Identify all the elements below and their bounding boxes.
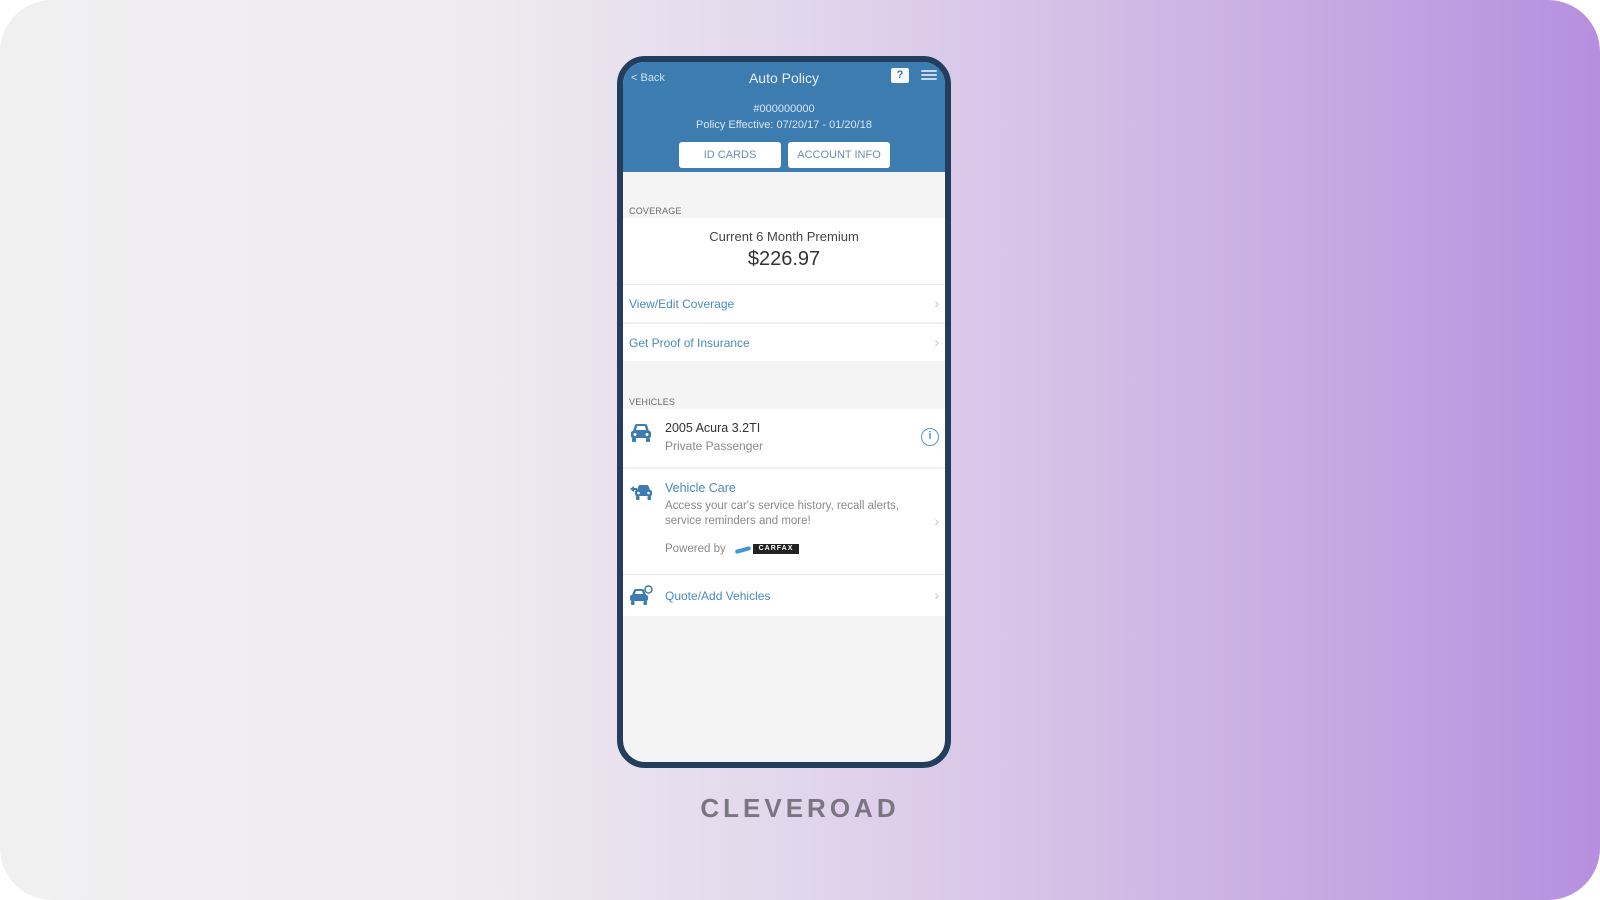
proof-of-insurance-link[interactable]: Get Proof of Insurance › (623, 323, 945, 361)
vehicle-subtitle: Private Passenger (665, 439, 764, 453)
account-info-button[interactable]: ACCOUNT INFO (788, 142, 890, 168)
menu-icon[interactable] (921, 70, 937, 81)
view-edit-coverage-label: View/Edit Coverage (629, 297, 735, 311)
vehicle-care-icon (630, 485, 652, 500)
vehicle-care-description: Access your car's service history, recal… (665, 500, 899, 527)
help-icon[interactable]: ? (891, 68, 909, 83)
id-cards-button[interactable]: ID CARDS (679, 142, 781, 168)
car-icon (631, 424, 651, 442)
vehicle-care-title: Vehicle Care (665, 481, 736, 495)
powered-by-label: Powered by (665, 543, 726, 555)
policy-number: #000000000 (753, 103, 815, 115)
vehicle-title: 2005 Acura 3.2TI (665, 421, 761, 435)
info-icon[interactable]: i (921, 428, 939, 446)
vehicle-row[interactable]: 2005 Acura 3.2TI Private Passenger i (623, 409, 945, 467)
carfax-wordmark: CARFAX (753, 544, 799, 554)
quote-add-vehicles-row[interactable]: Quote/Add Vehicles › (623, 574, 945, 616)
chevron-right-icon: › (934, 334, 939, 350)
chevron-right-icon: › (934, 513, 939, 529)
proof-of-insurance-label: Get Proof of Insurance (629, 336, 750, 350)
vehicle-care-row[interactable]: Vehicle Care Access your car's service h… (623, 468, 945, 574)
carfax-logo: CARFAX (734, 543, 803, 557)
quote-add-vehicles-label: Quote/Add Vehicles (665, 589, 771, 603)
cleveroad-logo: CLEVEROAD (700, 793, 900, 823)
chevron-right-icon: › (934, 587, 939, 603)
policy-header: < Back Auto Policy ? #000000000 Policy E… (623, 62, 945, 172)
background-canvas: < Back Auto Policy ? #000000000 Policy E… (0, 0, 1600, 900)
chevron-right-icon: › (934, 295, 939, 311)
premium-value: $226.97 (747, 248, 821, 270)
premium-card: Current 6 Month Premium $226.97 (623, 218, 945, 284)
add-vehicle-icon (630, 585, 653, 605)
view-edit-coverage-link[interactable]: View/Edit Coverage › (623, 284, 945, 322)
policy-effective-dates: Policy Effective: 07/20/17 - 01/20/18 (696, 119, 872, 131)
phone-frame: < Back Auto Policy ? #000000000 Policy E… (617, 56, 951, 768)
carfax-swoosh-icon (734, 545, 752, 555)
premium-label: Current 6 Month Premium (709, 229, 859, 244)
vehicles-section-label: VEHICLES (629, 397, 676, 407)
coverage-section-label: COVERAGE (629, 206, 682, 216)
